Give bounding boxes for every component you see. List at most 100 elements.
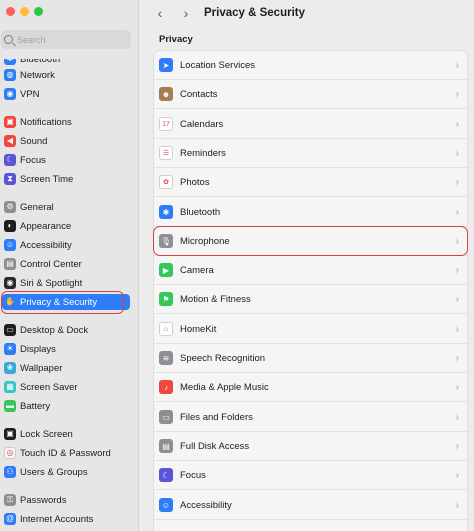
lock-icon: ▣ [4, 428, 16, 440]
privacy-row-label: Location Services [180, 59, 255, 71]
fingerprint-icon: ◎ [4, 447, 16, 459]
sidebar-item[interactable]: ☺ Accessibility [2, 237, 130, 253]
fitness-icon: ⚑ [159, 292, 173, 306]
sidebar-item-label: Accessibility [20, 239, 72, 251]
privacy-row-label: Photos [180, 176, 210, 188]
privacy-row-label: Speech Recognition [180, 352, 266, 364]
sidebar-item[interactable]: ⧗ Screen Time [2, 171, 130, 187]
siri-icon: ◉ [4, 277, 16, 289]
reminders-list-icon: ☰ [159, 146, 173, 160]
gear-icon: ⚙ [4, 201, 16, 213]
moon-icon: ☾ [159, 468, 173, 482]
privacy-row[interactable]: ≋ Speech Recognition › [154, 344, 467, 373]
close-button[interactable] [6, 7, 15, 16]
sidebar-item-label: VPN [20, 88, 40, 100]
bluetooth-icon: ✱ [159, 205, 173, 219]
privacy-row[interactable]: ☻ Contacts › [154, 80, 467, 109]
privacy-row-label: Motion & Fitness [180, 293, 251, 305]
sidebar-item-label: Network [20, 69, 55, 81]
sidebar-item[interactable]: ◉ VPN [2, 86, 130, 102]
sidebar-item[interactable]: ◉ Siri & Spotlight [2, 275, 130, 291]
privacy-row-label: Camera [180, 264, 214, 276]
screen-saver-icon: ▦ [4, 381, 16, 393]
page-title: Privacy & Security [204, 7, 306, 19]
back-chevron-icon[interactable]: ‹ [150, 5, 170, 21]
sidebar-scroll-edge [0, 50, 138, 59]
vpn-icon: ◉ [4, 88, 16, 100]
privacy-row[interactable]: ▶ Camera › [154, 256, 467, 285]
sidebar: ✱Bluetooth◍Network◉VPN▣Notifications◀Sou… [0, 0, 139, 531]
photos-flower-icon: ✿ [159, 175, 173, 189]
forward-chevron-icon[interactable]: › [176, 5, 196, 21]
sidebar-item[interactable]: ❀ Wallpaper [2, 360, 130, 376]
sidebar-item[interactable]: ▬ Battery [2, 398, 130, 414]
moon-icon: ☾ [4, 154, 16, 166]
sidebar-item-label: Wallpaper [20, 362, 63, 374]
sidebar-item-label: Passwords [20, 494, 67, 506]
sidebar-item-label: Battery [20, 400, 51, 412]
privacy-row[interactable]: ✱ Bluetooth › [154, 198, 467, 227]
globe-icon: ◍ [4, 69, 16, 81]
privacy-row-label: Accessibility [180, 499, 232, 511]
sidebar-item[interactable]: ☀ Displays [2, 341, 130, 357]
disk-icon: ▤ [159, 439, 173, 453]
sidebar-item[interactable]: ▭ Desktop & Dock [2, 322, 130, 338]
accessibility-icon: ☺ [159, 498, 173, 512]
sidebar-item[interactable]: ⚿ Passwords [2, 492, 130, 508]
control-center-icon: ▤ [4, 258, 16, 270]
sidebar-item[interactable]: ⚙ General [2, 199, 130, 215]
sidebar-item[interactable]: ☾ Focus [2, 152, 130, 168]
privacy-row[interactable]: ☺ Accessibility › [154, 491, 467, 520]
sidebar-item[interactable]: ▤ Control Center [2, 256, 130, 272]
battery-icon: ▬ [4, 400, 16, 412]
sidebar-item-label: Desktop & Dock [20, 324, 89, 336]
sidebar-item[interactable]: ▦ Screen Saver [2, 379, 130, 395]
sidebar-item-label: Displays [20, 343, 56, 355]
sidebar-item-label: Notifications [20, 116, 72, 128]
privacy-row-label: Focus [180, 469, 206, 481]
sidebar-item[interactable]: ⚇ Users & Groups [2, 464, 130, 480]
chevron-right-icon: › [455, 59, 459, 71]
privacy-row-label: Bluetooth [180, 206, 221, 218]
sidebar-item-label: Screen Saver [20, 381, 78, 393]
sidebar-item[interactable]: @ Internet Accounts [2, 511, 130, 527]
folder-icon: ▭ [159, 410, 173, 424]
search-field[interactable] [1, 30, 131, 49]
chevron-right-icon: › [455, 352, 459, 364]
sidebar-item[interactable]: ◎ Touch ID & Password [2, 445, 130, 461]
sidebar-item[interactable]: ◐ Appearance [2, 218, 130, 234]
wallpaper-icon: ❀ [4, 362, 16, 374]
privacy-row[interactable]: ✿ Photos › [154, 168, 467, 197]
chevron-right-icon: › [455, 499, 459, 511]
chevron-right-icon: › [455, 147, 459, 159]
waveform-icon: ≋ [159, 351, 173, 365]
minimize-button[interactable] [20, 7, 29, 16]
sidebar-item[interactable]: ▣ Notifications [2, 114, 130, 130]
privacy-row[interactable]: ⚑ Motion & Fitness › [154, 285, 467, 314]
chevron-right-icon: › [455, 176, 459, 188]
privacy-row[interactable]: ➤ Location Services › [154, 51, 467, 80]
privacy-row[interactable]: ♪ Media & Apple Music › [154, 373, 467, 402]
sidebar-item[interactable]: ◍ Network [2, 67, 130, 83]
sidebar-item[interactable]: ◀ Sound [2, 133, 130, 149]
sidebar-item-label: Internet Accounts [20, 513, 94, 525]
privacy-row[interactable]: ▤ Full Disk Access › [154, 432, 467, 461]
sidebar-item[interactable]: ▣ Lock Screen [2, 426, 130, 442]
sidebar-item-label: Focus [20, 154, 46, 166]
privacy-row[interactable]: 17 Calendars › [154, 110, 467, 139]
camera-icon: ▶ [159, 263, 173, 277]
privacy-row[interactable]: ⌂ HomeKit › [154, 315, 467, 344]
selection-highlight-annotation [1, 291, 124, 314]
privacy-row[interactable]: ▭ Files and Folders › [154, 403, 467, 432]
zoom-button[interactable] [34, 7, 43, 16]
privacy-row-label: Calendars [180, 118, 224, 130]
privacy-row[interactable]: ☾ Focus › [154, 461, 467, 490]
search-input[interactable] [17, 34, 117, 45]
privacy-row-label: Reminders [180, 147, 226, 159]
chevron-right-icon: › [455, 118, 459, 130]
sidebar-item-label: Siri & Spotlight [20, 277, 83, 289]
music-note-icon: ♪ [159, 380, 173, 394]
main-pane: ‹ › Privacy & Security Privacy ➤ Location… [140, 0, 474, 531]
privacy-row[interactable]: ☰ Reminders › [154, 139, 467, 168]
window-controls [6, 7, 43, 16]
